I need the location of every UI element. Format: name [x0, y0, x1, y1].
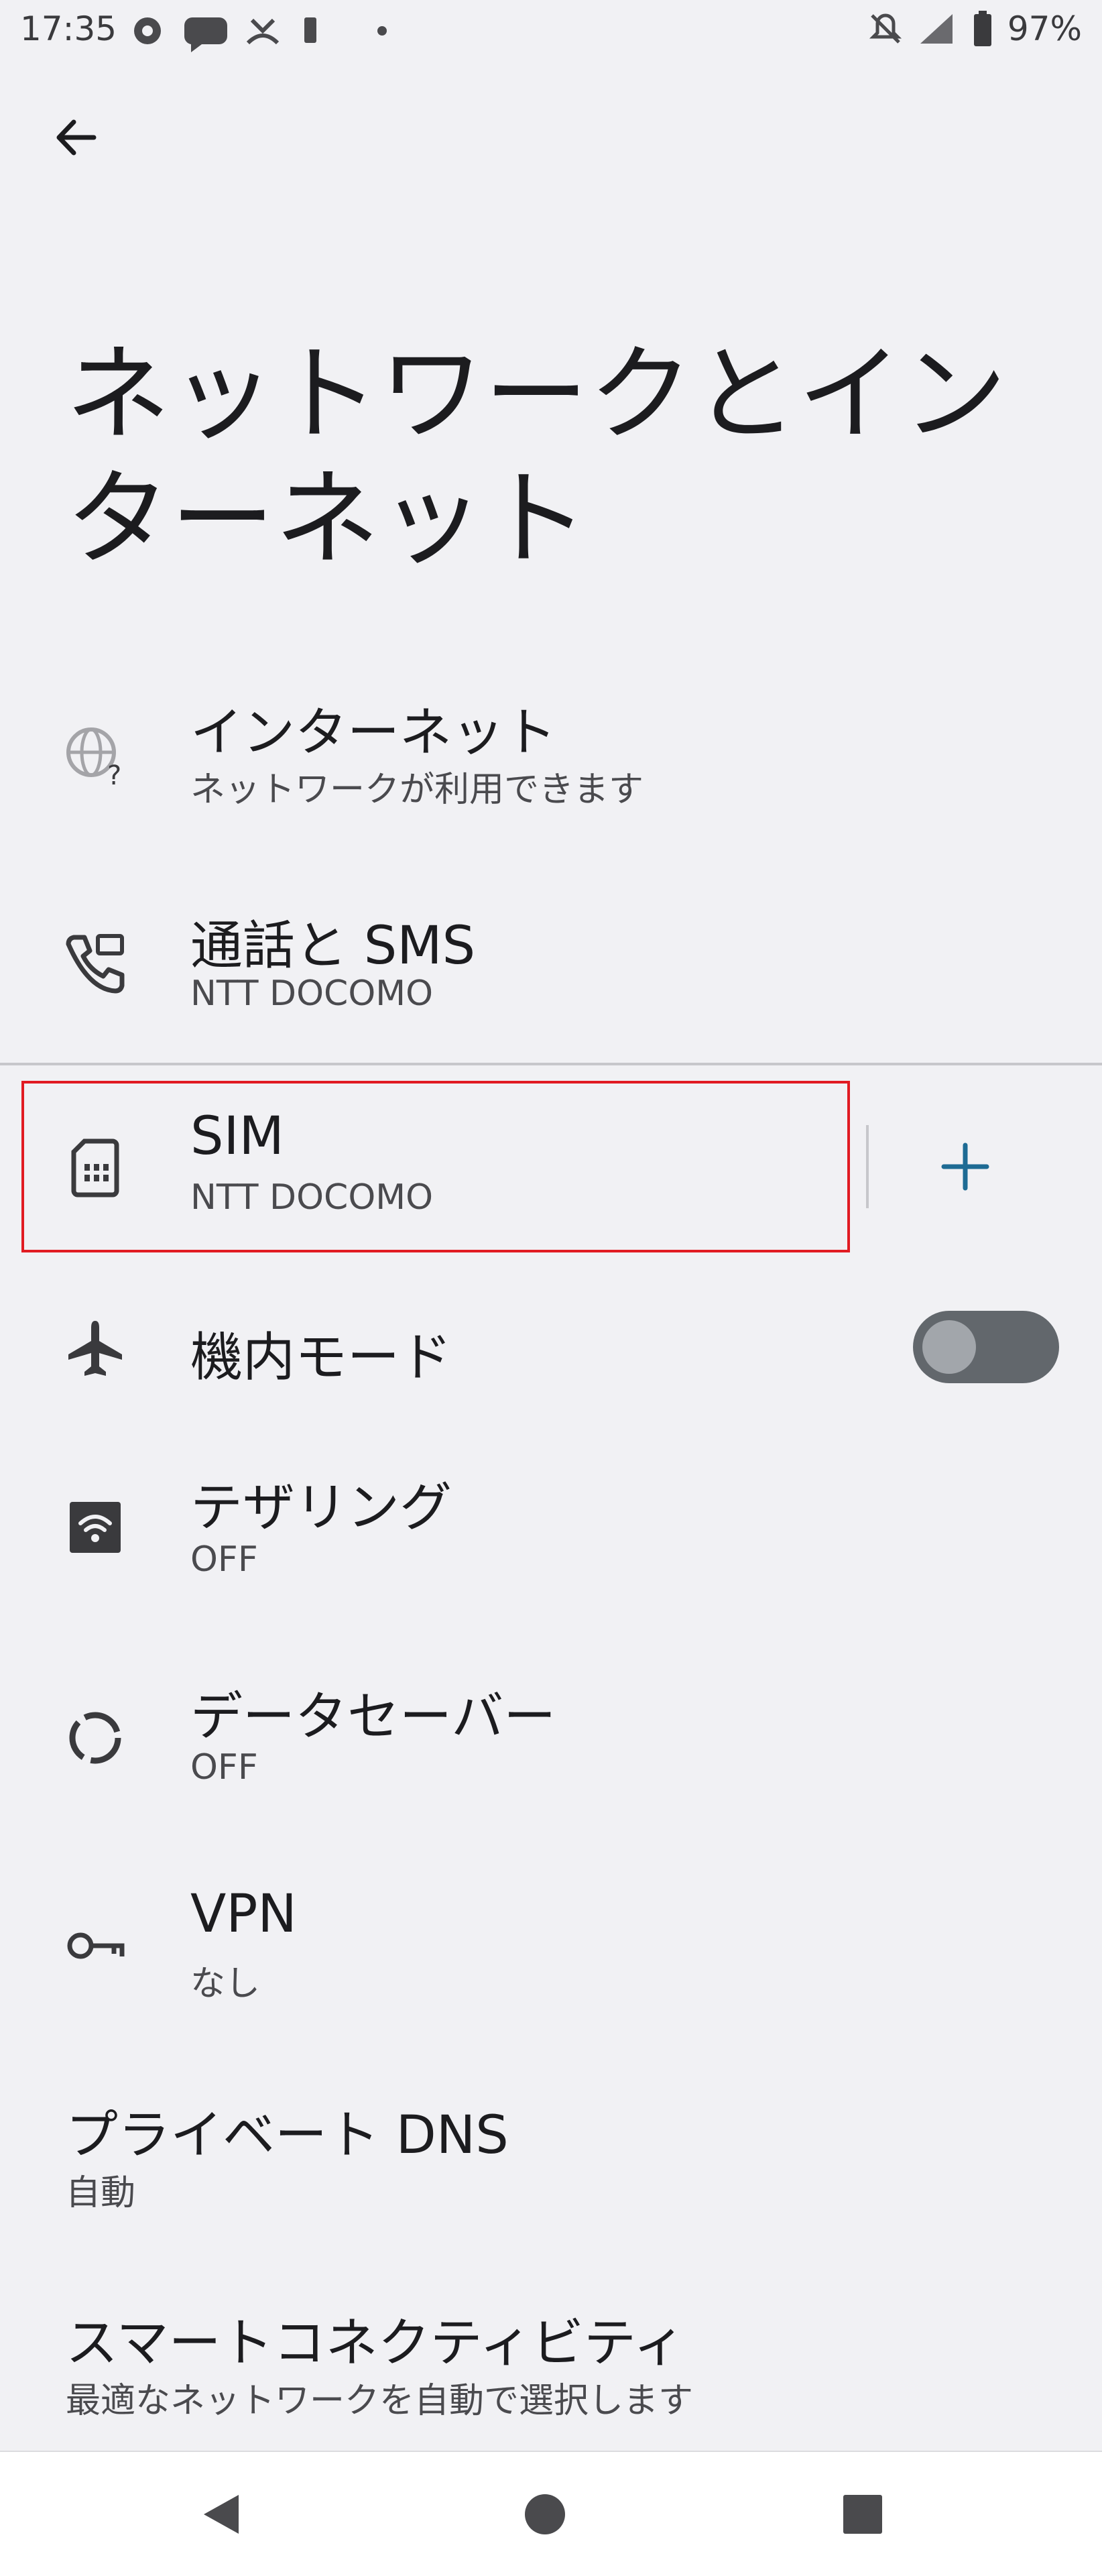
selection-highlight: [21, 1081, 850, 1252]
tethering-item[interactable]: テザリング OFF: [0, 1448, 1102, 1609]
notifications-off-icon: [869, 13, 902, 44]
airplane-icon: [64, 1317, 126, 1379]
private-dns-subtitle: 自動: [66, 2173, 136, 2213]
back-button[interactable]: [39, 101, 113, 174]
arrow-back-icon: [56, 119, 97, 156]
action-separator: [866, 1125, 869, 1208]
airplane-mode-title: 機内モード: [190, 1328, 452, 1388]
toggle-knob: [922, 1320, 976, 1374]
status-bar: 17:35 97%: [0, 0, 1102, 64]
smart-connectivity-title: スマートコネクティビティ: [66, 2313, 686, 2374]
private-dns-title: プライベート DNS: [66, 2105, 509, 2166]
airplane-mode-toggle[interactable]: [913, 1311, 1059, 1383]
internet-item[interactable]: ? インターネット ネットワークが利用できます: [0, 677, 1102, 838]
divider: [0, 1063, 1102, 1065]
tethering-title: テザリング: [190, 1478, 452, 1538]
vpn-key-icon: [64, 1915, 126, 1977]
gear-icon: [134, 17, 161, 44]
status-right: 97%: [868, 9, 1082, 48]
svg-text:?: ?: [107, 760, 121, 787]
recents-square-icon[interactable]: [839, 2491, 886, 2538]
battery-level: 97%: [1007, 9, 1082, 48]
vibrate-icon: [304, 17, 316, 43]
signal-icon: [920, 14, 953, 44]
vpn-title: VPN: [190, 1884, 297, 1944]
chat-bubble-icon: [184, 17, 227, 52]
hotspot-icon: [64, 1497, 126, 1558]
data-saver-item[interactable]: データセーバー OFF: [0, 1656, 1102, 1817]
data-saver-icon: [64, 1707, 126, 1769]
page-title: ネットワークとインターネット: [66, 333, 1007, 580]
vpn-subtitle: なし: [190, 1964, 261, 2004]
missed-call-icon: [246, 18, 280, 45]
add-sim-button[interactable]: [932, 1133, 999, 1200]
smart-connectivity-item[interactable]: スマートコネクティビティ 最適なネットワークを自動で選択します: [0, 2286, 1102, 2441]
globe-question-icon: ?: [64, 725, 126, 787]
back-triangle-icon[interactable]: [198, 2491, 245, 2538]
plus-icon: [941, 1143, 989, 1191]
status-left-icons: [129, 11, 410, 60]
navigation-bar: [0, 2451, 1102, 2576]
phone-sms-icon: [64, 932, 126, 994]
calls-sms-subtitle: NTT DOCOMO: [190, 974, 434, 1014]
internet-subtitle: ネットワークが利用できます: [190, 770, 644, 810]
vpn-item[interactable]: VPN なし: [0, 1864, 1102, 2025]
data-saver-title: データセーバー: [190, 1687, 556, 1747]
smart-connectivity-subtitle: 最適なネットワークを自動で選択します: [66, 2381, 694, 2421]
home-circle-icon[interactable]: [522, 2491, 568, 2538]
calls-sms-item[interactable]: 通話と SMS NTT DOCOMO: [0, 885, 1102, 1046]
data-saver-subtitle: OFF: [190, 1747, 258, 1788]
internet-title: インターネット: [190, 703, 557, 763]
private-dns-item[interactable]: プライベート DNS 自動: [0, 2079, 1102, 2233]
battery-icon: [973, 11, 991, 46]
tethering-subtitle: OFF: [190, 1539, 258, 1580]
dot-icon: [377, 26, 387, 36]
status-time: 17:35: [20, 9, 117, 48]
calls-sms-title: 通話と SMS: [190, 916, 476, 976]
